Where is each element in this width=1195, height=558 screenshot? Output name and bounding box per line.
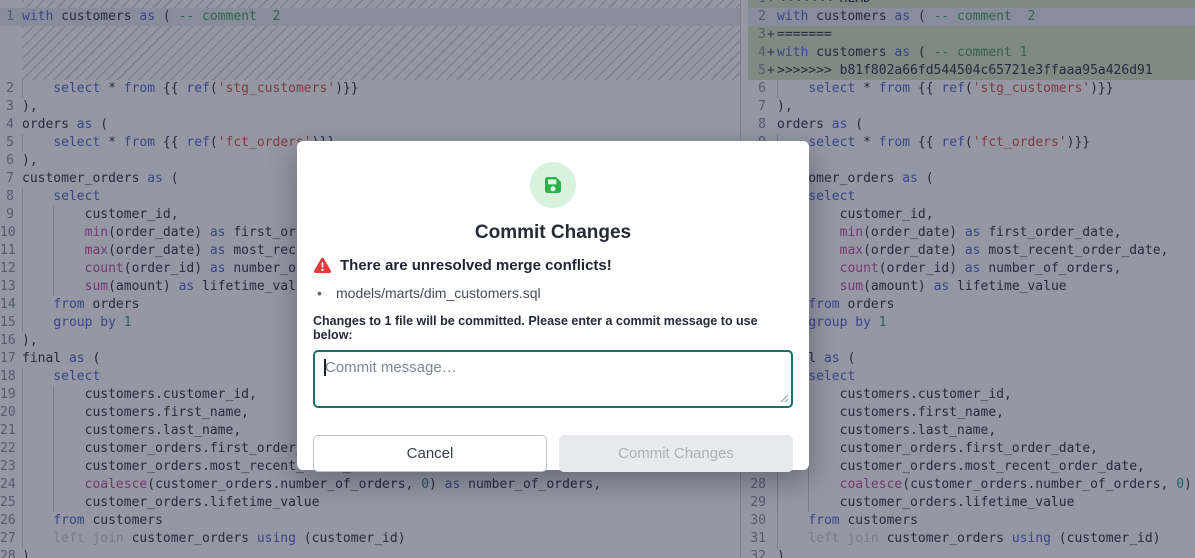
modal-title: Commit Changes bbox=[313, 222, 793, 244]
commit-changes-button[interactable]: Commit Changes bbox=[559, 435, 793, 472]
resize-grip-icon[interactable] bbox=[780, 394, 789, 403]
app-root: 1with customers as ( -- comment 22 selec… bbox=[0, 0, 1195, 558]
save-icon bbox=[530, 162, 576, 208]
text-caret bbox=[324, 359, 326, 376]
conflict-file-list: models/marts/dim_customers.sql bbox=[313, 283, 793, 303]
commit-changes-modal: Commit Changes There are unresolved merg… bbox=[297, 141, 809, 470]
warning-icon bbox=[313, 257, 332, 274]
conflict-file: models/marts/dim_customers.sql bbox=[313, 283, 793, 303]
commit-message-input[interactable] bbox=[313, 350, 793, 408]
commit-prompt: Changes to 1 file will be committed. Ple… bbox=[313, 314, 793, 342]
cancel-button[interactable]: Cancel bbox=[313, 435, 547, 472]
warning-text: There are unresolved merge conflicts! bbox=[340, 257, 612, 274]
